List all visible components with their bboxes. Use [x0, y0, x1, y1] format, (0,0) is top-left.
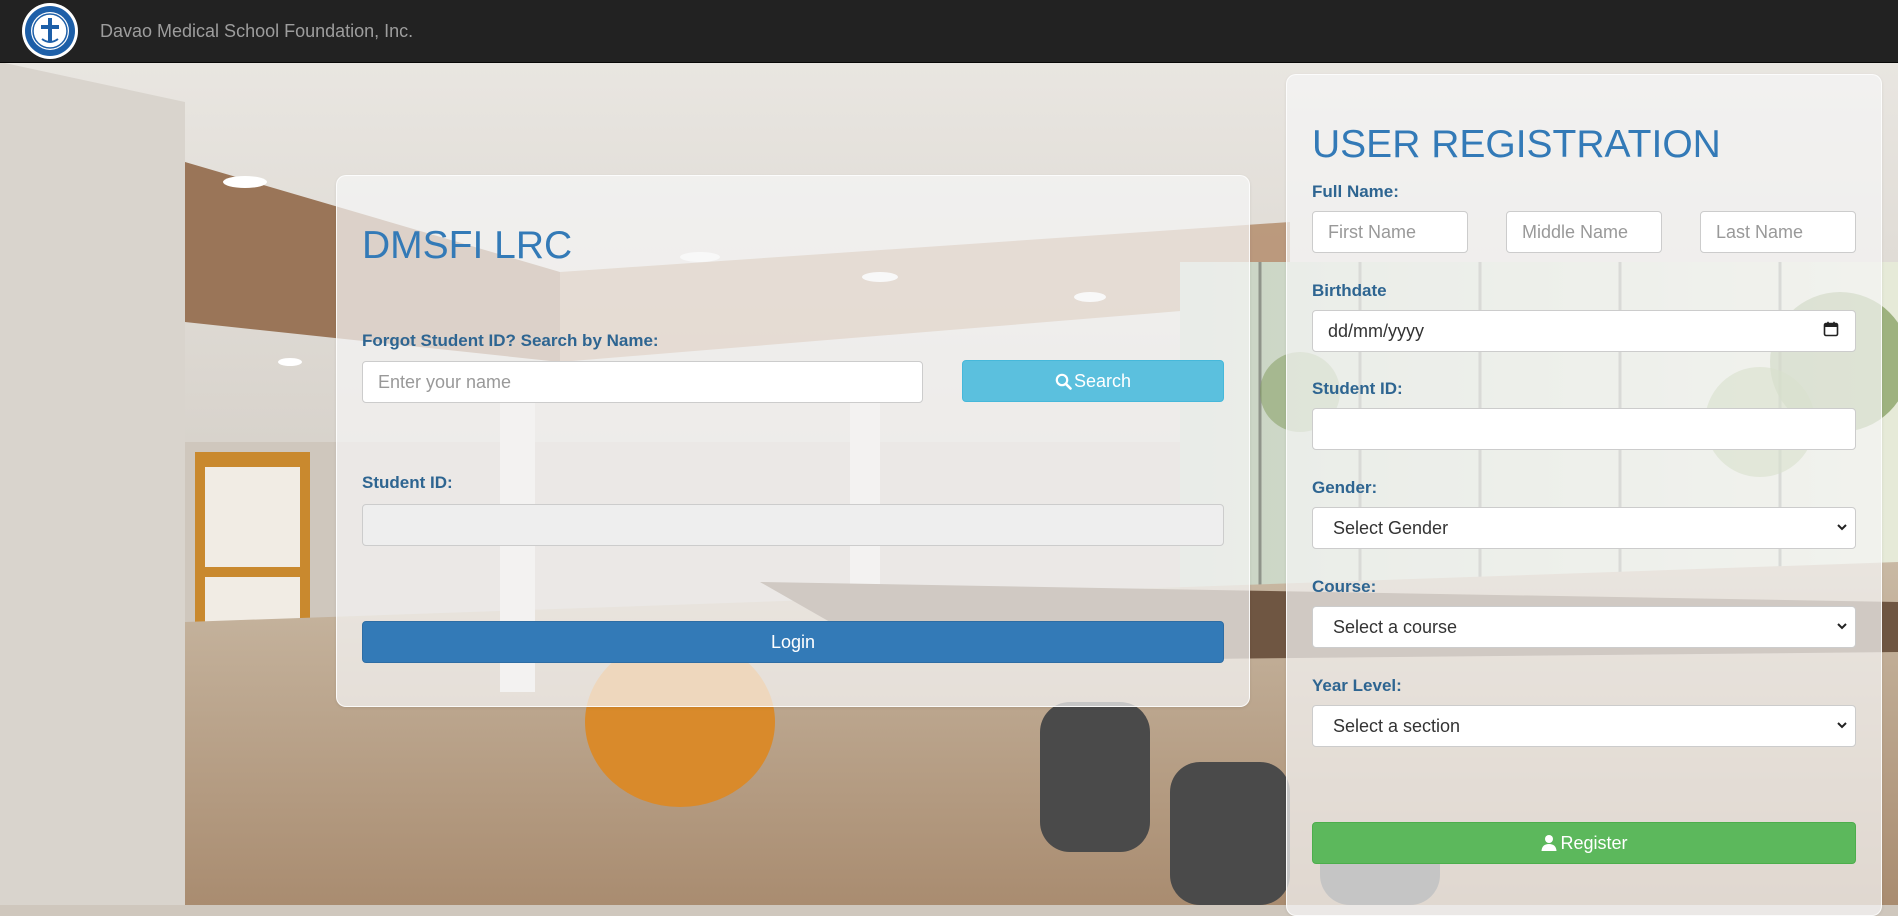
middle-name-placeholder: Middle Name	[1522, 221, 1629, 242]
register-button[interactable]: Register	[1312, 822, 1856, 864]
first-name-input[interactable]: First Name	[1312, 211, 1468, 253]
first-name-placeholder: First Name	[1328, 221, 1417, 242]
course-label: Course:	[1312, 577, 1377, 596]
registration-title: USER REGISTRATION	[1312, 123, 1721, 166]
search-button-label: Search	[1073, 370, 1132, 391]
course-selected-value: Select a course	[1333, 616, 1458, 637]
student-id-input[interactable]	[362, 504, 1224, 546]
last-name-input[interactable]: Last Name	[1700, 211, 1856, 253]
search-name-label: Forgot Student ID? Search by Name:	[362, 331, 659, 350]
year-level-label: Year Level:	[1312, 676, 1402, 695]
login-panel: DMSFI LRC Forgot Student ID? Search by N…	[336, 175, 1250, 707]
registration-panel: USER REGISTRATION Full Name: First Name …	[1286, 74, 1882, 916]
year-level-select[interactable]: Select a section	[1312, 705, 1856, 747]
navbar: Davao Medical School Foundation, Inc.	[0, 0, 1898, 63]
middle-name-input[interactable]: Middle Name	[1506, 211, 1662, 253]
reg-student-id-input[interactable]	[1312, 408, 1856, 450]
birthdate-input[interactable]: dd/mm/yyyy	[1312, 310, 1856, 352]
full-name-label: Full Name:	[1312, 182, 1399, 201]
year-level-selected-value: Select a section	[1333, 715, 1461, 736]
student-id-label: Student ID:	[362, 473, 453, 492]
gender-selected-value: Select Gender	[1333, 517, 1449, 538]
calendar-icon[interactable]	[1823, 321, 1839, 342]
search-name-input[interactable]: Enter your name	[362, 361, 923, 403]
school-seal-logo[interactable]	[22, 3, 78, 59]
chevron-down-icon	[1835, 617, 1849, 638]
search-button[interactable]: Search	[962, 360, 1224, 402]
search-icon	[1055, 373, 1072, 390]
chevron-down-icon	[1835, 518, 1849, 539]
register-button-label: Register	[1560, 832, 1628, 853]
login-button[interactable]: Login	[362, 621, 1224, 663]
course-select[interactable]: Select a course	[1312, 606, 1856, 648]
search-name-placeholder: Enter your name	[378, 371, 512, 392]
brand-name[interactable]: Davao Medical School Foundation, Inc.	[100, 21, 413, 42]
birthdate-placeholder: dd/mm/yyyy	[1328, 320, 1425, 341]
gender-label: Gender:	[1312, 478, 1378, 497]
birthdate-label: Birthdate	[1312, 281, 1387, 300]
gender-select[interactable]: Select Gender	[1312, 507, 1856, 549]
chevron-down-icon	[1835, 716, 1849, 737]
reg-student-id-label: Student ID:	[1312, 379, 1403, 398]
login-title: DMSFI LRC	[362, 224, 573, 267]
user-icon	[1540, 834, 1558, 852]
last-name-placeholder: Last Name	[1716, 221, 1804, 242]
